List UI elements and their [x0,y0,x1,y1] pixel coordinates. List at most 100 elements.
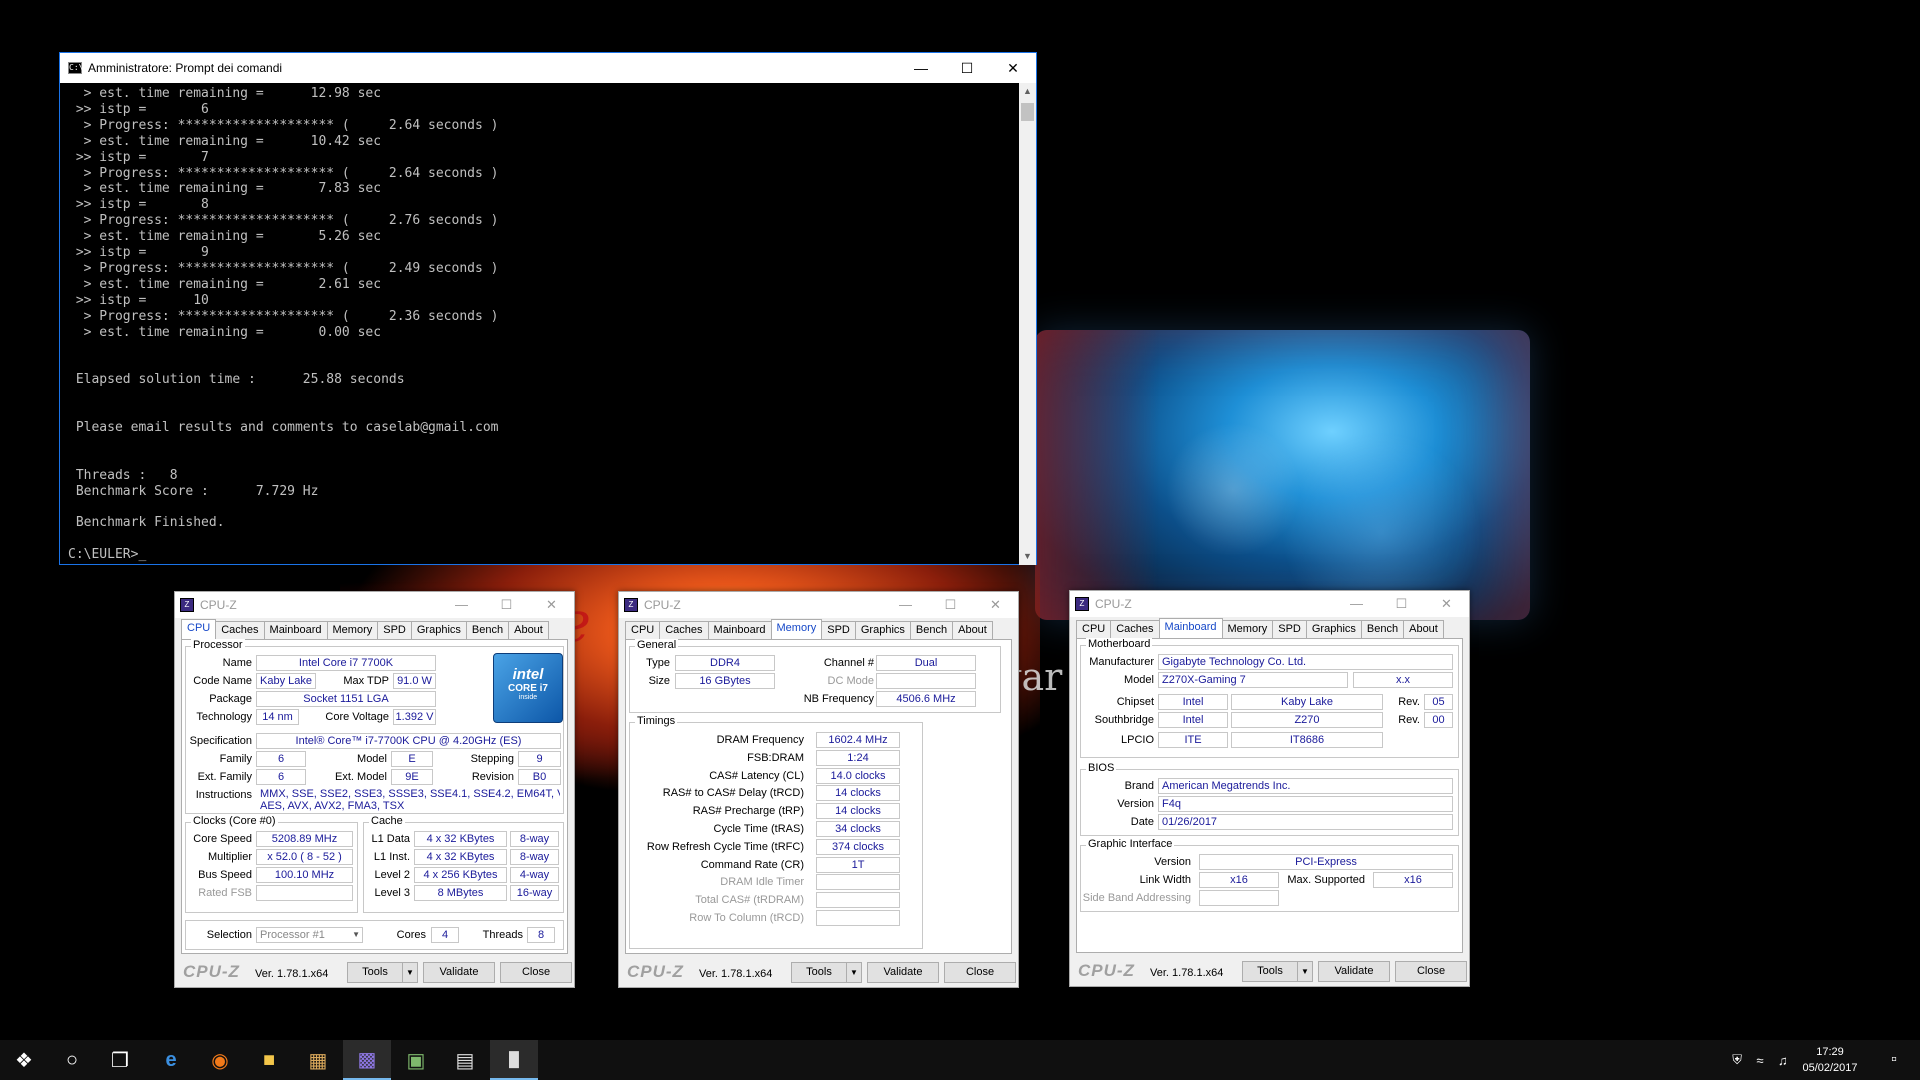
scroll-down-icon[interactable]: ▼ [1019,548,1036,565]
tab-about[interactable]: About [952,621,993,639]
minimize-icon[interactable]: — [883,597,928,613]
tab-memory[interactable]: Memory [326,621,379,639]
cmd-scrollbar[interactable]: ▲ ▼ [1019,83,1036,565]
tab-graphics[interactable]: Graphics [1305,620,1362,638]
tools-button[interactable]: Tools [1242,961,1298,982]
close-icon[interactable]: ✕ [973,597,1018,613]
cmd-title-bar[interactable]: C:\ Amministratore: Prompt dei comandi —… [60,53,1036,83]
minimize-icon[interactable]: — [1334,596,1379,612]
tab-memory[interactable]: Memory [770,619,823,639]
search-icon[interactable]: ○ [48,1040,96,1080]
pdf-tool-icon[interactable]: ▦ [294,1040,342,1080]
tab-mainboard[interactable]: Mainboard [707,621,772,639]
notification-icon[interactable]: ▫ [1870,1040,1918,1080]
validate-button[interactable]: Validate [1318,961,1390,982]
clocks-group-title: Clocks (Core #0) [191,815,278,827]
gpuz-taskbar-icon[interactable]: ▣ [392,1040,440,1080]
level2-way: 4-way [510,867,559,883]
bios-version-label: Version [1117,798,1154,810]
tab-bench[interactable]: Bench [465,621,510,639]
tools-dropdown-icon[interactable]: ▼ [1297,961,1313,982]
graphic-version-value: PCI-Express [1199,854,1453,870]
validate-button[interactable]: Validate [423,962,495,983]
firefox-icon[interactable]: ◉ [196,1040,244,1080]
graphic-version-label: Version [1154,856,1191,868]
cpuz-taskbar-icon[interactable]: ▩ [343,1040,391,1080]
specification-value: Intel® Core™ i7-7700K CPU @ 4.20GHz (ES) [256,733,561,749]
extmodel-value: 9E [391,769,433,785]
cpuz-title-bar[interactable]: Z CPU-Z — ☐ ✕ [175,592,574,618]
tools-button[interactable]: Tools [347,962,403,983]
security-shield-icon[interactable]: ⛨ [1732,1052,1742,1068]
tab-caches[interactable]: Caches [1110,620,1160,638]
task-view-icon[interactable]: ❐ [96,1040,144,1080]
video-editor-icon[interactable]: ▤ [441,1040,489,1080]
tab-mainboard[interactable]: Mainboard [1158,618,1223,638]
tools-button[interactable]: Tools [791,962,847,983]
processor-select[interactable]: Processor #1 ▼ [256,927,363,943]
maximize-icon[interactable]: ☐ [928,597,973,613]
tab-memory[interactable]: Memory [1221,620,1274,638]
nbfreq-value: 4506.6 MHz [876,691,976,707]
close-icon[interactable]: ✕ [1424,596,1469,612]
model-revision: x.x [1353,672,1453,688]
maximize-icon[interactable]: ☐ [944,53,990,83]
tab-cpu[interactable]: CPU [1076,620,1112,638]
tab-spd[interactable]: SPD [1272,620,1307,638]
minimize-icon[interactable]: — [439,597,484,613]
volume-icon[interactable]: ♫ [1778,1053,1788,1068]
clock[interactable]: 17:29 05/02/2017 [1795,1044,1865,1076]
tab-caches[interactable]: Caches [215,621,265,639]
command-prompt-window[interactable]: C:\ Amministratore: Prompt dei comandi —… [59,52,1037,565]
extfamily-value: 6 [256,769,306,785]
tab-spd[interactable]: SPD [377,621,412,639]
close-button[interactable]: Close [944,962,1016,983]
file-explorer-icon[interactable]: ■ [245,1040,293,1080]
scroll-up-icon[interactable]: ▲ [1019,83,1036,100]
tab-caches[interactable]: Caches [659,621,709,639]
edge-browser-icon[interactable]: e [147,1040,195,1080]
chipset-label: Chipset [1116,696,1154,708]
close-icon[interactable]: ✕ [990,53,1036,83]
cpuz-window-mainboard[interactable]: Z CPU-Z — ☐ ✕ CPU Caches Mainboard Memory … [1069,590,1470,987]
level3-label: Level 3 [374,887,410,899]
tab-cpu[interactable]: CPU [625,621,661,639]
linkwidth-label: Link Width [1139,874,1191,886]
cpuz-title-bar[interactable]: Z CPU-Z — ☐ ✕ [619,592,1018,618]
tab-graphics[interactable]: Graphics [410,621,467,639]
tab-graphics[interactable]: Graphics [854,621,911,639]
tab-bench[interactable]: Bench [1360,620,1405,638]
tools-dropdown-icon[interactable]: ▼ [402,962,418,983]
cpuz-window-cpu[interactable]: Z CPU-Z — ☐ ✕ CPU Caches Mainboard Memory … [174,591,575,988]
tab-bench[interactable]: Bench [909,621,954,639]
tab-about[interactable]: About [1403,620,1444,638]
cmd-taskbar-icon[interactable]: █ [490,1040,538,1080]
close-button[interactable]: Close [1395,961,1467,982]
chipset-value: Kaby Lake [1231,694,1383,710]
scrollbar-thumb[interactable] [1021,103,1034,121]
intel-core-i7-logo: intel CORE i7 inside [493,653,563,723]
maximize-icon[interactable]: ☐ [484,597,529,613]
selection-label: Selection [206,929,252,941]
cpuz-window-memory[interactable]: Z CPU-Z — ☐ ✕ CPU Caches Mainboard Memory … [618,591,1019,988]
selection-group: Selection Processor #1 ▼ Cores 4 Threads … [185,920,564,950]
maxsupported-value: x16 [1373,872,1453,888]
tab-mainboard[interactable]: Mainboard [263,621,328,639]
cmd-output[interactable]: > est. time remaining = 12.98 sec >> ist… [60,83,1020,565]
minimize-icon[interactable]: — [898,53,944,83]
timing-value: 14 clocks [816,785,900,802]
tab-cpu[interactable]: CPU [181,619,217,639]
tab-about[interactable]: About [508,621,549,639]
cpuz-title-bar[interactable]: Z CPU-Z — ☐ ✕ [1070,591,1469,617]
close-icon[interactable]: ✕ [529,597,574,613]
maximize-icon[interactable]: ☐ [1379,596,1424,612]
windows-start-icon[interactable]: ❖ [0,1040,48,1080]
close-button[interactable]: Close [500,962,572,983]
wifi-icon[interactable]: ≈ [1756,1053,1763,1068]
corespeed-value: 5208.89 MHz [256,831,353,847]
cpuz-footer: CPU-Z Ver. 1.78.1.x64 Tools ▼ Validate C… [619,958,1018,986]
validate-button[interactable]: Validate [867,962,939,983]
tools-dropdown-icon[interactable]: ▼ [846,962,862,983]
model-label: Model [357,753,387,765]
tab-spd[interactable]: SPD [821,621,856,639]
